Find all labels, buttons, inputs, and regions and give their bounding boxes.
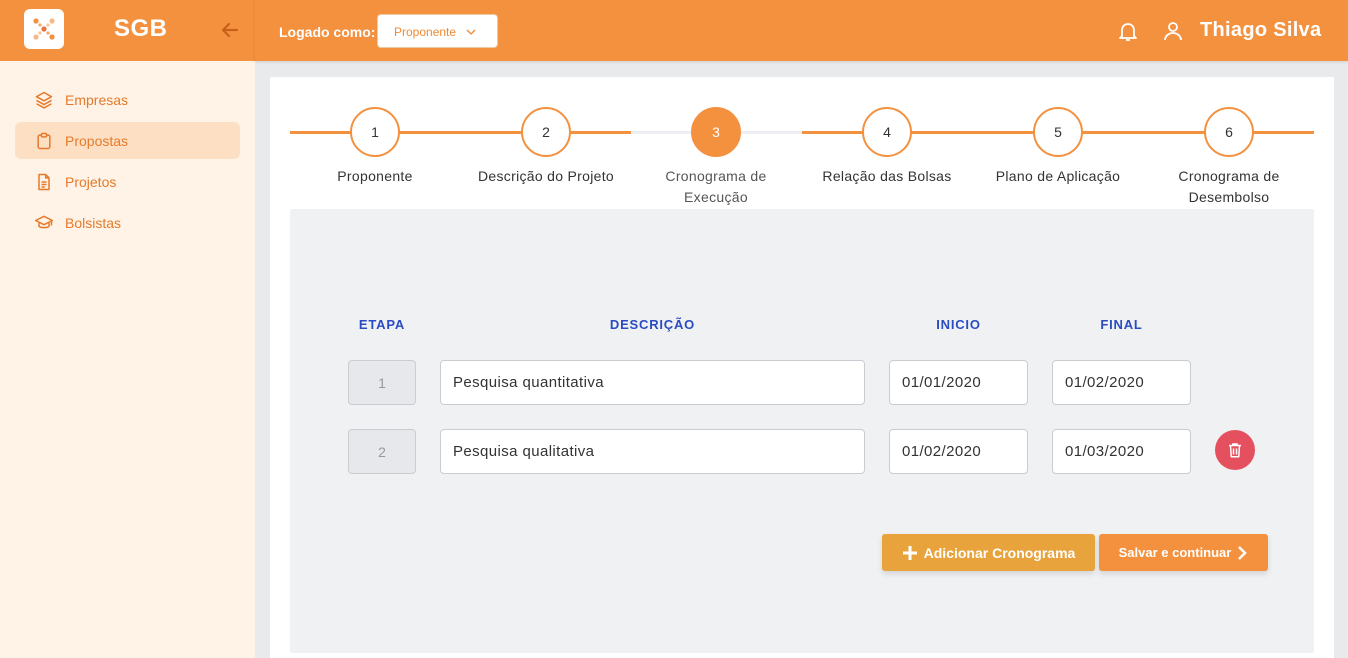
final-date-input[interactable] <box>1052 360 1191 405</box>
sidebar-item-empresas[interactable]: Empresas <box>15 81 240 118</box>
column-header-inicio: INICIO <box>936 317 981 332</box>
stepper: 1 Proponente 2 Descrição do Projeto 3 Cr… <box>290 107 1314 207</box>
sidebar-item-label: Empresas <box>65 92 129 108</box>
etapa-field: 2 <box>348 429 416 474</box>
topbar: Logado como: Proponente Thiago Silva <box>255 0 1348 61</box>
step-3[interactable]: 3 Cronograma de Execução <box>631 107 801 208</box>
step-1[interactable]: 1 Proponente <box>290 107 460 187</box>
user-name[interactable]: Thiago Silva <box>1200 19 1321 42</box>
document-icon <box>38 173 50 191</box>
clipboard-icon <box>37 132 51 150</box>
etapa-field: 1 <box>348 360 416 405</box>
step-number: 6 <box>1204 107 1254 157</box>
user-icon[interactable] <box>1161 19 1185 43</box>
sidebar-item-bolsistas[interactable]: Bolsistas <box>15 204 240 241</box>
descricao-input[interactable] <box>440 360 865 405</box>
sidebar: SGB Empresas Propostas Projetos Bolsista… <box>0 0 255 658</box>
add-schedule-button[interactable]: Adicionar Cronograma <box>882 534 1095 571</box>
step-2[interactable]: 2 Descrição do Projeto <box>461 107 631 187</box>
role-select-value: Proponente <box>394 25 457 39</box>
sidebar-item-label: Projetos <box>65 174 117 190</box>
sidebar-header: SGB <box>0 0 255 61</box>
step-4[interactable]: 4 Relação das Bolsas <box>802 107 972 187</box>
final-date-input[interactable] <box>1052 429 1191 474</box>
sidebar-menu: Empresas Propostas Projetos Bolsistas <box>0 61 255 241</box>
column-header-final: FINAL <box>1100 317 1143 332</box>
save-continue-label: Salvar e continuar <box>1118 545 1232 560</box>
plus-icon <box>902 545 917 560</box>
step-6[interactable]: 6 Cronograma de Desembolso <box>1144 107 1314 208</box>
step-number: 4 <box>862 107 912 157</box>
step-label: Relação das Bolsas <box>822 168 952 184</box>
app-logo[interactable] <box>24 9 64 49</box>
descricao-input[interactable] <box>440 429 865 474</box>
step-number: 5 <box>1033 107 1083 157</box>
schedule-panel: ETAPA DESCRIÇÃO INICIO FINAL 1 2 Adicion… <box>290 209 1314 653</box>
sidebar-item-propostas[interactable]: Propostas <box>15 122 240 159</box>
sidebar-item-projetos[interactable]: Projetos <box>15 163 240 200</box>
logo-icon <box>33 18 55 40</box>
inicio-date-input[interactable] <box>889 429 1028 474</box>
save-continue-button[interactable]: Salvar e continuar <box>1099 534 1268 571</box>
inicio-date-input[interactable] <box>889 360 1028 405</box>
sidebar-item-label: Propostas <box>65 133 129 149</box>
step-number: 1 <box>350 107 400 157</box>
arrow-left-icon[interactable] <box>218 18 242 42</box>
step-5[interactable]: 5 Plano de Aplicação <box>973 107 1143 187</box>
add-schedule-label: Adicionar Cronograma <box>923 544 1076 561</box>
chevron-down-icon <box>466 29 476 35</box>
main-card: 1 Proponente 2 Descrição do Projeto 3 Cr… <box>270 77 1334 658</box>
step-label: Plano de Aplicação <box>995 168 1121 184</box>
step-label: Cronograma de Execução <box>665 168 767 205</box>
step-label: Proponente <box>337 168 413 184</box>
step-label: Cronograma de Desembolso <box>1178 168 1280 205</box>
app-name: SGB <box>114 15 168 42</box>
column-header-descricao: DESCRIÇÃO <box>609 317 696 332</box>
sidebar-item-label: Bolsistas <box>65 215 122 231</box>
step-label: Descrição do Projeto <box>478 168 614 184</box>
chevron-right-icon <box>1238 545 1248 560</box>
step-number: 2 <box>521 107 571 157</box>
delete-row-button[interactable] <box>1215 430 1255 470</box>
bell-icon[interactable] <box>1116 19 1140 43</box>
trash-icon <box>1229 443 1241 458</box>
graduation-cap-icon <box>34 215 54 229</box>
role-select[interactable]: Proponente <box>377 14 498 48</box>
column-header-etapa: ETAPA <box>358 317 406 332</box>
layers-icon <box>35 91 53 109</box>
logged-as-label: Logado como: <box>279 24 376 40</box>
step-number: 3 <box>691 107 741 157</box>
